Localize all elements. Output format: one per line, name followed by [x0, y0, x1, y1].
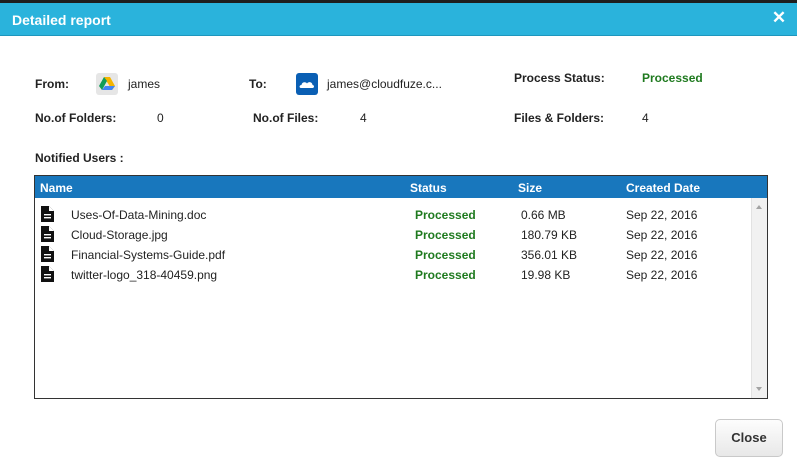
google-drive-icon	[96, 73, 118, 95]
files-value: 4	[360, 111, 367, 125]
table-row[interactable]: Uses-Of-Data-Mining.doc Processed 0.66 M…	[35, 204, 751, 224]
dialog-title: Detailed report	[12, 12, 111, 28]
files-folders-value: 4	[642, 111, 649, 125]
close-icon[interactable]: ✕	[771, 9, 787, 27]
file-status: Processed	[415, 228, 476, 242]
file-created-date: Sep 22, 2016	[626, 228, 698, 242]
table-body: Uses-Of-Data-Mining.doc Processed 0.66 M…	[35, 198, 767, 398]
column-size[interactable]: Size	[518, 181, 542, 195]
scroll-up-icon[interactable]	[756, 205, 762, 209]
column-name[interactable]: Name	[40, 181, 73, 195]
file-created-date: Sep 22, 2016	[626, 268, 698, 282]
folders-value: 0	[157, 111, 164, 125]
column-created-date[interactable]: Created Date	[626, 181, 700, 195]
document-icon	[41, 246, 54, 262]
file-size: 180.79 KB	[521, 228, 578, 242]
column-status[interactable]: Status	[410, 181, 447, 195]
table-row[interactable]: twitter-logo_318-40459.png Processed 19.…	[35, 264, 751, 284]
file-status: Processed	[415, 248, 476, 262]
file-created-date: Sep 22, 2016	[626, 208, 698, 222]
dialog-header: Detailed report ✕	[0, 3, 797, 36]
table-row[interactable]: Cloud-Storage.jpg Processed 180.79 KB Se…	[35, 224, 751, 244]
file-size: 356.01 KB	[521, 248, 578, 262]
file-name: Uses-Of-Data-Mining.doc	[71, 208, 207, 222]
close-button[interactable]: Close	[715, 419, 783, 457]
process-status-label: Process Status:	[514, 71, 605, 85]
document-icon	[41, 206, 54, 222]
onedrive-icon	[296, 73, 318, 95]
file-status: Processed	[415, 268, 476, 282]
file-created-date: Sep 22, 2016	[626, 248, 698, 262]
notified-users-label: Notified Users :	[35, 151, 124, 165]
table-header: Name Status Size Created Date	[35, 176, 767, 198]
file-status: Processed	[415, 208, 476, 222]
document-icon	[41, 266, 54, 282]
file-name: Cloud-Storage.jpg	[71, 228, 168, 242]
from-account: james	[128, 77, 161, 91]
files-folders-label: Files & Folders:	[514, 111, 605, 125]
scroll-down-icon[interactable]	[756, 387, 762, 391]
files-table: Name Status Size Created Date Uses-Of-Da…	[34, 175, 768, 399]
file-name: Financial-Systems-Guide.pdf	[71, 248, 226, 262]
folders-label: No.of Folders:	[35, 111, 117, 125]
files-label: No.of Files:	[253, 111, 319, 125]
table-scrollbar[interactable]	[751, 198, 767, 398]
table-row[interactable]: Financial-Systems-Guide.pdf Processed 35…	[35, 244, 751, 264]
document-icon	[41, 226, 54, 242]
file-size: 19.98 KB	[521, 268, 571, 282]
from-label: From:	[35, 77, 69, 91]
to-account: james@cloudfuze.c...	[327, 77, 442, 91]
to-label: To:	[249, 77, 267, 91]
process-status-value: Processed	[642, 71, 703, 85]
file-name: twitter-logo_318-40459.png	[71, 268, 218, 282]
file-size: 0.66 MB	[521, 208, 566, 222]
